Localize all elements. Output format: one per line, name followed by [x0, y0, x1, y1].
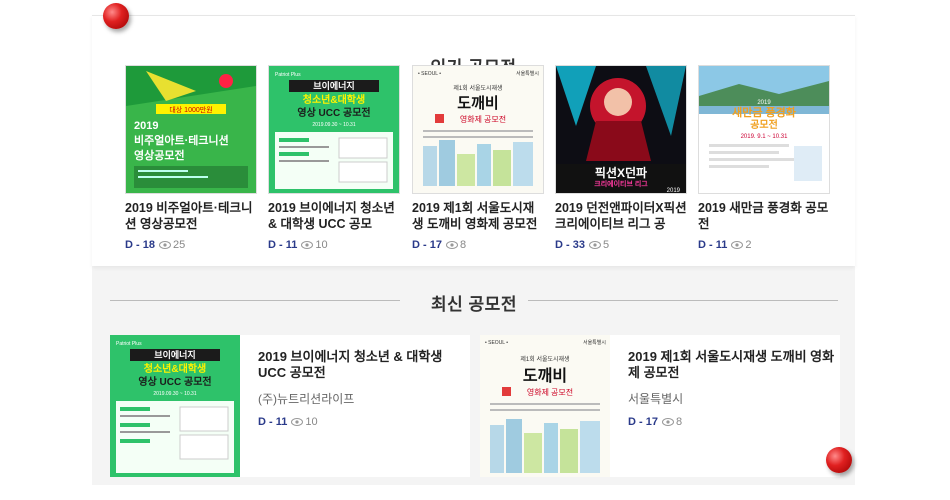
- svg-text:도깨비: 도깨비: [523, 367, 567, 385]
- svg-text:서울특별시: 서울특별시: [583, 339, 606, 346]
- latest-section-header: 최신 공모전: [110, 288, 838, 314]
- eye-icon: [301, 241, 314, 249]
- eye-icon: [731, 241, 744, 249]
- organizer: (주)뉴트리션라이프: [258, 392, 355, 406]
- svg-text:도깨비: 도깨비: [457, 95, 498, 112]
- eye-icon: [588, 241, 601, 249]
- svg-text:영상공모전: 영상공모전: [134, 148, 185, 162]
- dday-badge: D - 11: [258, 416, 288, 428]
- contest-meta: D - 11 2: [698, 239, 830, 251]
- organizer: 서울특별시: [628, 392, 684, 406]
- contest-title[interactable]: 2019 브이에너지 청소년 & 대학생 UCC 공모전: [258, 349, 468, 381]
- contest-title[interactable]: 2019 새만금 풍경화 공모전: [698, 200, 830, 232]
- eye-icon: [445, 241, 458, 249]
- svg-text:영화제 공모전: 영화제 공모전: [460, 114, 506, 124]
- view-count-value: 8: [459, 239, 467, 251]
- svg-text:비주얼아트·테크니션: 비주얼아트·테크니션: [134, 133, 229, 147]
- contest-meta: D - 11 10: [268, 239, 400, 251]
- contest-card[interactable]: 2019 새만금 풍경화 공모전 2019. 9.1 ~ 10.31 2019 …: [698, 65, 830, 251]
- contest-meta: D - 11 10: [258, 416, 468, 428]
- pushpin-icon: [826, 447, 852, 473]
- contest-card[interactable]: • SEOUL • 서울특별시 제1회 서울도시재생 도깨비 영화제 공모전 2…: [412, 65, 544, 251]
- view-count-value: 8: [675, 416, 683, 428]
- contest-poster[interactable]: Patriot Plus 브이에너지 청소년&대학생 영상 UCC 공모전 20…: [110, 335, 240, 477]
- eye-icon: [158, 241, 171, 249]
- view-count-value: 10: [315, 239, 328, 251]
- contest-poster[interactable]: 픽션X던파 크리에이티브 리그 2019: [555, 65, 687, 194]
- contest-poster[interactable]: 대상 1000만원 2019 비주얼아트·테크니션 영상공모전: [125, 65, 257, 194]
- svg-text:영화제 공모전: 영화제 공모전: [527, 387, 573, 397]
- svg-text:영상 UCC 공모전: 영상 UCC 공모전: [297, 106, 370, 119]
- view-count-value: 10: [305, 416, 318, 428]
- contest-meta: D - 18 25: [125, 239, 257, 251]
- view-count: 8: [445, 239, 467, 251]
- view-count: 10: [291, 416, 318, 428]
- svg-text:Patriot Plus: Patriot Plus: [116, 341, 142, 347]
- svg-text:2019.09.30 ~ 10.31: 2019.09.30 ~ 10.31: [153, 391, 196, 397]
- svg-text:크리에이티브 리그: 크리에이티브 리그: [594, 179, 648, 188]
- contest-meta: D - 33 5: [555, 239, 687, 251]
- contest-poster[interactable]: 2019 새만금 풍경화 공모전 2019. 9.1 ~ 10.31: [698, 65, 830, 194]
- dday-badge: D - 17: [412, 239, 442, 251]
- dday-badge: D - 11: [698, 239, 728, 251]
- view-count-value: 2: [745, 239, 752, 251]
- latest-item-info: 2019 브이에너지 청소년 & 대학생 UCC 공모전 (주)뉴트리션라이프 …: [258, 349, 468, 428]
- view-count: 8: [661, 416, 683, 428]
- svg-text:• SEOUL •: • SEOUL •: [418, 71, 441, 77]
- contest-poster[interactable]: • SEOUL • 서울특별시 제1회 서울도시재생 도깨비 영화제 공모전: [480, 335, 610, 477]
- dday-badge: D - 11: [268, 239, 298, 251]
- svg-text:2019. 9.1 ~ 10.31: 2019. 9.1 ~ 10.31: [741, 134, 789, 140]
- contest-title[interactable]: 2019 비주얼아트·테크니션 영상공모전: [125, 200, 257, 232]
- contest-card[interactable]: Patriot Plus 브이에너지 청소년&대학생 영상 UCC 공모전 20…: [268, 65, 400, 251]
- latest-contest-item[interactable]: • SEOUL • 서울특별시 제1회 서울도시재생 도깨비 영화제 공모전 2…: [480, 335, 840, 477]
- svg-text:청소년&대학생: 청소년&대학생: [303, 93, 365, 106]
- contest-card[interactable]: 대상 1000만원 2019 비주얼아트·테크니션 영상공모전 2019 비주얼…: [125, 65, 257, 251]
- view-count-value: 25: [172, 239, 186, 251]
- view-count-value: 5: [602, 239, 610, 251]
- svg-text:• SEOUL •: • SEOUL •: [485, 340, 508, 346]
- contest-meta: D - 17 8: [628, 416, 838, 428]
- svg-text:브이에너지: 브이에너지: [313, 80, 354, 91]
- contest-title[interactable]: 2019 던전앤파이터X픽션 크리에이티브 리그 공: [555, 200, 687, 232]
- svg-text:2019.09.30 ~ 10.31: 2019.09.30 ~ 10.31: [312, 122, 355, 128]
- svg-text:서울특별시: 서울특별시: [516, 70, 539, 77]
- view-count: 10: [301, 239, 328, 251]
- divider: [528, 300, 838, 301]
- svg-text:Patriot Plus: Patriot Plus: [275, 72, 301, 78]
- contest-title[interactable]: 2019 제1회 서울도시재생 도깨비 영화제 공모전: [628, 349, 838, 381]
- svg-text:픽션X던파: 픽션X던파: [595, 165, 647, 180]
- svg-text:브이에너지: 브이에너지: [154, 349, 195, 360]
- contest-title[interactable]: 2019 브이에너지 청소년 & 대학생 UCC 공모: [268, 200, 400, 232]
- svg-text:2019: 2019: [667, 188, 681, 193]
- view-count: 25: [158, 239, 186, 251]
- svg-text:2019: 2019: [757, 100, 771, 106]
- svg-text:제1회 서울도시재생: 제1회 서울도시재생: [520, 355, 569, 363]
- dday-badge: D - 18: [125, 239, 155, 251]
- dday-badge: D - 33: [555, 239, 585, 251]
- latest-item-info: 2019 제1회 서울도시재생 도깨비 영화제 공모전 서울특별시 D - 17…: [628, 349, 838, 428]
- contest-card[interactable]: 픽션X던파 크리에이티브 리그 2019 2019 던전앤파이터X픽션 크리에이…: [555, 65, 687, 251]
- svg-text:청소년&대학생: 청소년&대학생: [144, 362, 206, 375]
- contest-title[interactable]: 2019 제1회 서울도시재생 도깨비 영화제 공모전: [412, 200, 544, 232]
- svg-text:제1회 서울도시재생: 제1회 서울도시재생: [453, 84, 502, 92]
- contest-poster[interactable]: • SEOUL • 서울특별시 제1회 서울도시재생 도깨비 영화제 공모전: [412, 65, 544, 194]
- svg-text:새만금 풍경화: 새만금 풍경화: [732, 105, 796, 119]
- eye-icon: [661, 418, 674, 426]
- dday-badge: D - 17: [628, 416, 658, 428]
- view-count: 5: [588, 239, 610, 251]
- svg-text:대상 1000만원: 대상 1000만원: [169, 105, 212, 114]
- svg-text:2019: 2019: [134, 120, 158, 132]
- pushpin-icon: [103, 3, 129, 29]
- latest-contest-item[interactable]: Patriot Plus 브이에너지 청소년&대학생 영상 UCC 공모전 20…: [110, 335, 470, 477]
- contest-poster[interactable]: Patriot Plus 브이에너지 청소년&대학생 영상 UCC 공모전 20…: [268, 65, 400, 194]
- svg-text:영상 UCC 공모전: 영상 UCC 공모전: [138, 375, 211, 388]
- contest-meta: D - 17 8: [412, 239, 544, 251]
- eye-icon: [291, 418, 304, 426]
- latest-section-title: 최신 공모전: [431, 295, 517, 314]
- view-count: 2: [731, 239, 751, 251]
- svg-text:공모전: 공모전: [750, 118, 778, 131]
